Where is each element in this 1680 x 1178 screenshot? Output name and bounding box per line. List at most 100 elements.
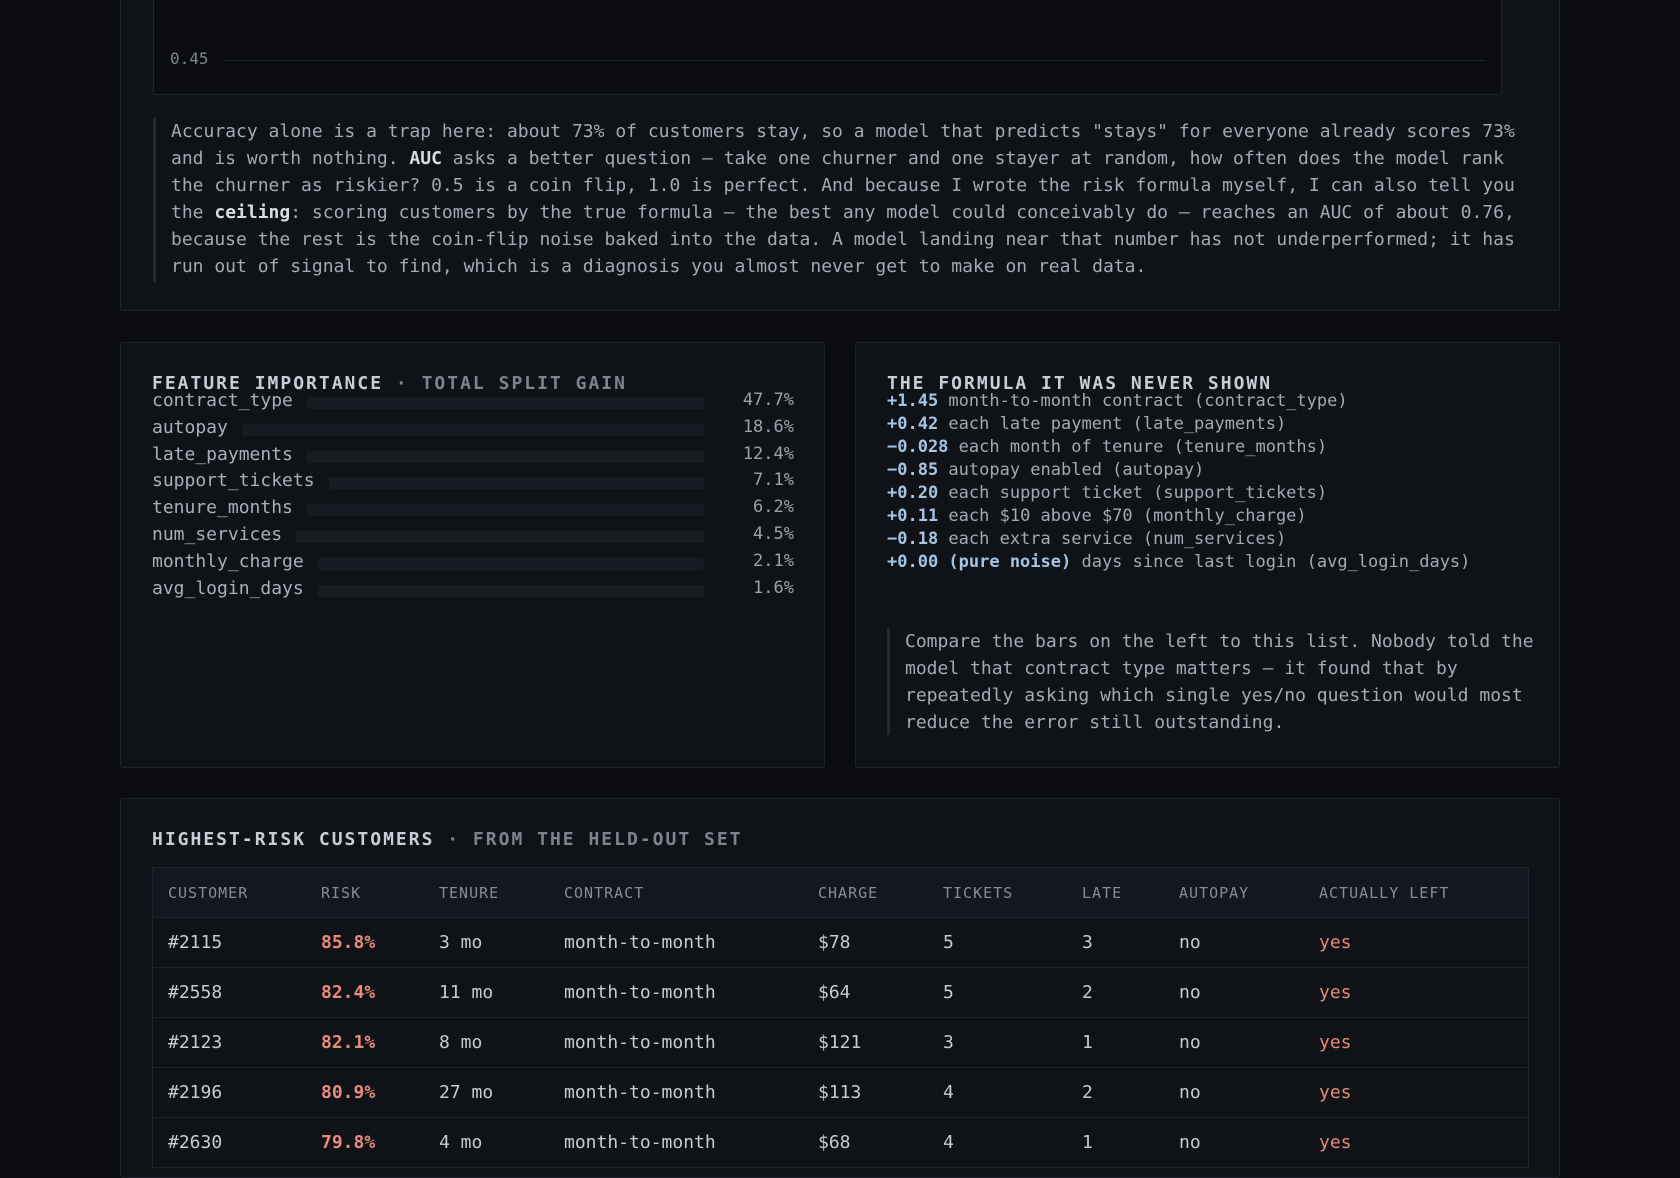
table-cell: 2 bbox=[1082, 982, 1093, 1003]
feature-row: support_tickets 7.1% bbox=[152, 470, 794, 496]
table-cell: 79.8% bbox=[321, 1132, 376, 1153]
formula-coefficient: −0.028 bbox=[887, 437, 949, 457]
formula-coefficient: +1.45 bbox=[887, 391, 939, 411]
formula-coefficient: −0.85 bbox=[887, 460, 939, 480]
table-cell: yes bbox=[1319, 932, 1352, 953]
table-row: #2630 79.8% 4 mo month-to-month $68 4 1 no yes bbox=[153, 1118, 1528, 1168]
feature-name: autopay bbox=[152, 416, 228, 438]
formula-coefficient: +0.20 bbox=[887, 483, 939, 503]
feature-pct: 18.6% bbox=[742, 416, 794, 437]
formula-note: Compare the bars on the left to this lis… bbox=[887, 628, 1537, 735]
feature-row: contract_type 47.7% bbox=[152, 390, 794, 416]
table-cell: no bbox=[1179, 1032, 1201, 1053]
formula-row: −0.85 autopay enabled (autopay) bbox=[887, 460, 1204, 480]
auc-plot-area: 0.45 bbox=[153, 0, 1502, 95]
feature-row: monthly_charge 2.1% bbox=[152, 551, 794, 577]
feature-name: num_services bbox=[152, 524, 283, 545]
formula-description: each support ticket (support_tickets) bbox=[938, 483, 1328, 503]
table-cell: 82.4% bbox=[321, 982, 376, 1003]
column-header: TICKETS bbox=[943, 884, 1014, 902]
feature-bar-track bbox=[318, 557, 704, 570]
table-cell: 5 bbox=[943, 932, 954, 953]
formula-row: +0.00 (pure noise) days since last login… bbox=[887, 552, 1470, 572]
table-cell: $68 bbox=[818, 1132, 851, 1153]
feature-name: tenure_months bbox=[152, 497, 293, 519]
risk-table: CUSTOMER RISK TENURE CONTRACT CHARGE TICKETS L… bbox=[152, 867, 1529, 1168]
table-cell: 80.9% bbox=[321, 1082, 376, 1103]
feature-bar-track bbox=[318, 584, 704, 597]
column-header: ACTUALLY LEFT bbox=[1319, 884, 1450, 902]
table-cell: yes bbox=[1319, 1132, 1352, 1153]
column-header: TENURE bbox=[439, 884, 500, 902]
table-cell: $121 bbox=[818, 1032, 862, 1053]
feature-bar-track bbox=[307, 397, 704, 409]
table-cell: 3 bbox=[1082, 932, 1093, 953]
column-header: RISK bbox=[321, 884, 362, 902]
feature-pct: 4.5% bbox=[753, 524, 794, 544]
formula-row: +0.11 each $10 above $70 (monthly_charge… bbox=[887, 506, 1307, 526]
table-cell: month-to-month bbox=[564, 1132, 716, 1153]
table-cell: no bbox=[1179, 932, 1201, 953]
table-cell: 1 bbox=[1082, 1032, 1093, 1053]
column-header: CUSTOMER bbox=[168, 884, 249, 902]
formula-row: −0.18 each extra service (num_services) bbox=[887, 529, 1286, 549]
table-cell: month-to-month bbox=[564, 932, 716, 953]
feature-name: avg_login_days bbox=[152, 577, 304, 599]
table-cell: $64 bbox=[818, 982, 851, 1003]
formula-coefficient: +0.00 (pure noise) bbox=[887, 552, 1072, 572]
table-cell: #2115 bbox=[168, 932, 223, 953]
feature-row: avg_login_days 1.6% bbox=[152, 578, 794, 604]
table-row: #2115 85.8% 3 mo month-to-month $78 5 3 no yes bbox=[153, 918, 1528, 968]
feature-name: support_tickets bbox=[152, 470, 315, 492]
table-cell: 82.1% bbox=[321, 1032, 376, 1053]
formula-description: each late payment (late_payments) bbox=[938, 414, 1287, 434]
table-cell: yes bbox=[1319, 1082, 1352, 1103]
feature-row: autopay 18.6% bbox=[152, 417, 794, 443]
highest-risk-subtitle: · FROM THE HELD-OUT SET bbox=[434, 829, 743, 850]
table-cell: #2123 bbox=[168, 1032, 223, 1053]
formula-coefficient: +0.42 bbox=[887, 414, 939, 434]
table-cell: 3 bbox=[943, 1032, 954, 1053]
table-row: #2558 82.4% 11 mo month-to-month $64 5 2 no yes bbox=[153, 968, 1528, 1018]
table-cell: 4 mo bbox=[439, 1132, 483, 1153]
highest-risk-panel: HIGHEST-RISK CUSTOMERS · FROM THE HELD-O… bbox=[120, 798, 1560, 1178]
feature-pct: 2.1% bbox=[753, 550, 794, 571]
feature-bar-track bbox=[329, 477, 704, 490]
column-header: AUTOPAY bbox=[1179, 884, 1250, 902]
feature-name: contract_type bbox=[152, 390, 293, 411]
feature-name: monthly_charge bbox=[152, 550, 304, 572]
feature-pct: 1.6% bbox=[753, 577, 794, 598]
formula-row: +0.42 each late payment (late_payments) bbox=[887, 414, 1286, 434]
table-cell: 1 bbox=[1082, 1132, 1093, 1153]
table-cell: #2558 bbox=[168, 982, 223, 1003]
formula-description: month-to-month contract (contract_type) bbox=[938, 391, 1348, 411]
column-header: LATE bbox=[1082, 884, 1123, 902]
highest-risk-title: HIGHEST-RISK CUSTOMERS · FROM THE HELD-O… bbox=[152, 829, 743, 850]
model-quality-panel: 0.45 Accuracy alone is a trap here: abou… bbox=[120, 0, 1560, 311]
table-cell: no bbox=[1179, 982, 1201, 1003]
note-emphasis-ceiling: ceiling bbox=[214, 202, 291, 223]
formula-description: each month of tenure (tenure_months) bbox=[948, 437, 1328, 457]
formula-row: +0.20 each support ticket (support_ticke… bbox=[887, 483, 1327, 503]
feature-bar-track bbox=[296, 531, 704, 543]
table-cell: $78 bbox=[818, 932, 851, 953]
column-header: CONTRACT bbox=[564, 884, 645, 902]
table-row: #2196 80.9% 27 mo month-to-month $113 4 2 no yes bbox=[153, 1068, 1528, 1118]
feature-bar-track bbox=[242, 423, 704, 436]
table-cell: no bbox=[1179, 1082, 1201, 1103]
formula-row: −0.028 each month of tenure (tenure_mont… bbox=[887, 437, 1327, 457]
table-cell: yes bbox=[1319, 1032, 1352, 1053]
feature-row: num_services 4.5% bbox=[152, 524, 794, 550]
table-cell: 4 bbox=[943, 1132, 954, 1153]
table-cell: 2 bbox=[1082, 1082, 1093, 1103]
table-header-row: CUSTOMER RISK TENURE CONTRACT CHARGE TICKETS L… bbox=[153, 868, 1528, 918]
table-cell: $113 bbox=[818, 1082, 862, 1103]
auc-explanation-note: Accuracy alone is a trap here: about 73%… bbox=[153, 118, 1543, 282]
feature-pct: 7.1% bbox=[753, 470, 794, 491]
formula-description: each extra service (num_services) bbox=[938, 529, 1287, 549]
table-cell: yes bbox=[1319, 982, 1352, 1003]
column-header: CHARGE bbox=[818, 884, 879, 902]
feature-row: tenure_months 6.2% bbox=[152, 497, 794, 523]
feature-bar-track bbox=[307, 450, 704, 463]
formula-panel: THE FORMULA IT WAS NEVER SHOWN +1.45 mon… bbox=[855, 342, 1560, 768]
